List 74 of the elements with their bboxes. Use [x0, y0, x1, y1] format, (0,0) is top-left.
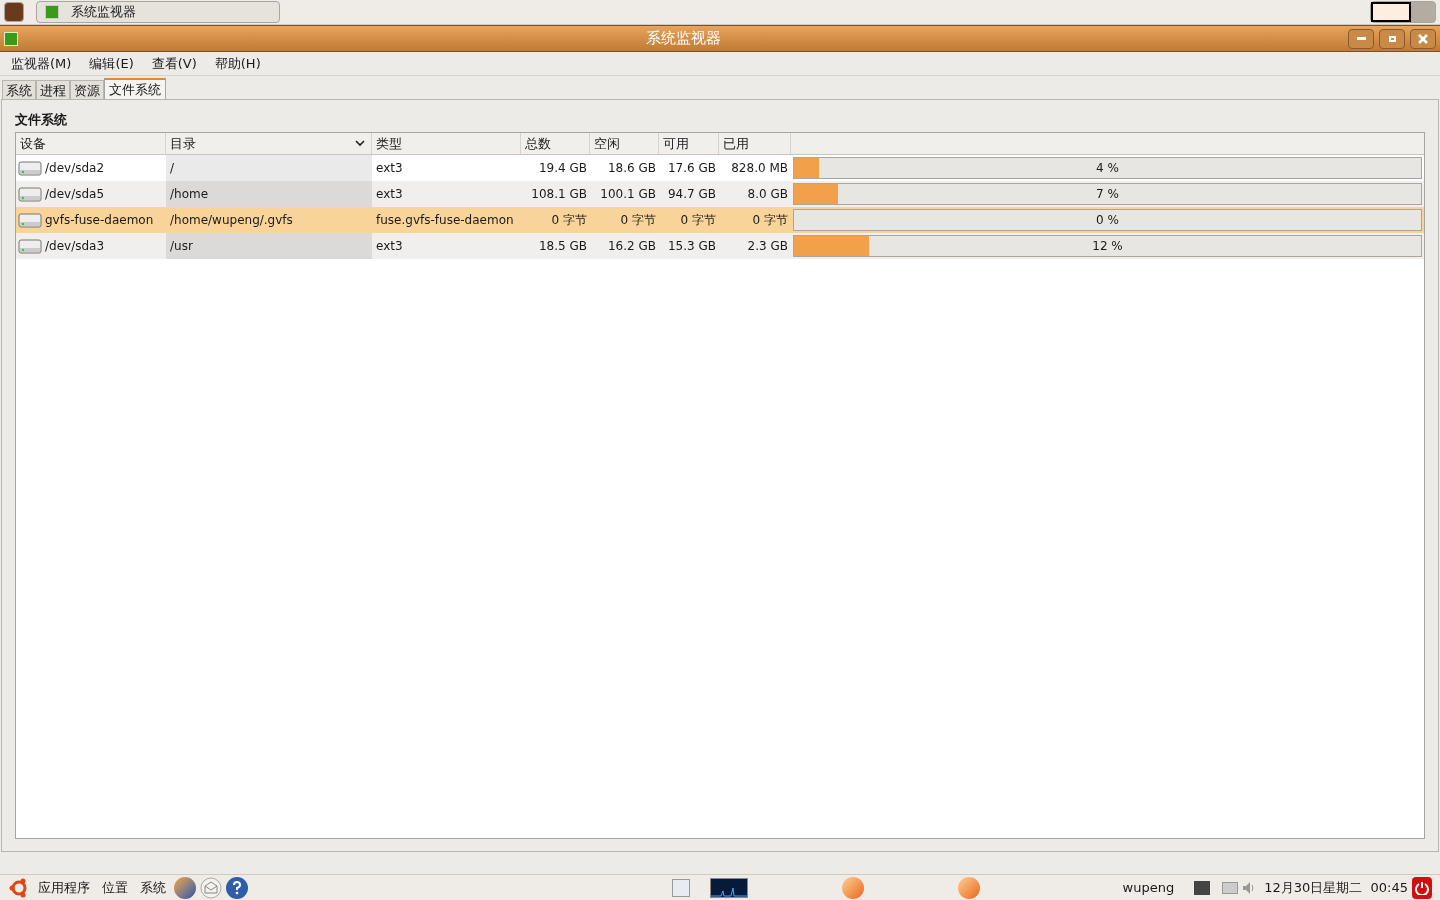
column-header[interactable]: 目录 — [166, 133, 372, 154]
table-cell-text: ext3 — [375, 186, 404, 203]
taskbar-window-button[interactable]: 系统监视器 — [36, 1, 280, 23]
table-cell-text: 100.1 GB — [599, 186, 657, 203]
system-monitor-graph[interactable] — [710, 877, 748, 898]
drive-icon — [18, 210, 42, 230]
usage-bar: 0 % — [793, 209, 1422, 231]
app-icon — [4, 31, 18, 46]
table-cell-text: ext3 — [375, 160, 404, 177]
menu-item[interactable]: 编辑(E) — [88, 53, 135, 74]
menu-item[interactable]: 查看(V) — [150, 53, 198, 74]
table-row[interactable]: /dev/sda3 /usr ext3 18.5 GB 16.2 GB 15.3 GB 2.3 GB 12 % — [16, 233, 1424, 259]
table-cell-text: 17.6 GB — [666, 160, 717, 177]
table-cell: /usr — [166, 233, 372, 259]
column-header[interactable]: 设备 — [16, 133, 166, 154]
column-header[interactable]: 可用 — [659, 133, 719, 154]
usage-bar: 7 % — [793, 183, 1422, 205]
table-cell-text: 94.7 GB — [666, 186, 717, 203]
power-icon[interactable] — [1412, 876, 1432, 899]
column-header[interactable]: 已用 — [719, 133, 791, 154]
table-cell-text: /dev/sda3 — [45, 238, 105, 255]
tab[interactable]: 进程 — [36, 80, 70, 99]
table-row[interactable]: gvfs-fuse-daemon /home/wupeng/.gvfs fuse.gvfs-fuse-daemon 0 字节 0 字节 0 字节 0 字节 0 % — [16, 207, 1424, 233]
table-cell-text: 0 字节 — [679, 212, 717, 229]
table-row[interactable]: /dev/sda5 /home ext3 108.1 GB 100.1 GB 94.7 GB 8.0 GB 7 % — [16, 181, 1424, 207]
clock[interactable]: 12月30日星期二 00:45 — [1264, 877, 1408, 898]
table-cell-text: 18.6 GB — [606, 160, 657, 177]
panel-menu[interactable]: 位置 — [102, 877, 128, 898]
table-cell-text: /dev/sda2 — [45, 160, 105, 177]
menu-item[interactable]: 帮助(H) — [213, 53, 262, 74]
table-cell-text: 15.3 GB — [666, 238, 717, 255]
window-title: 系统监视器 — [644, 28, 722, 50]
table-cell: / — [166, 155, 372, 181]
table-cell-text: /home/wupeng/.gvfs — [169, 212, 294, 229]
drive-icon — [18, 236, 42, 256]
usage-bar: 12 % — [793, 235, 1422, 257]
table-cell-text: 2.3 GB — [746, 238, 789, 255]
table-cell-text: ext3 — [375, 238, 404, 255]
panel-menu[interactable]: 应用程序 — [38, 877, 90, 898]
tab[interactable]: 文件系统 — [104, 78, 166, 99]
user-name[interactable]: wupeng — [1122, 877, 1175, 898]
table-cell-text: 0 字节 — [751, 212, 789, 229]
column-header[interactable]: 总数 — [521, 133, 590, 154]
table-cell-text: 0 字节 — [619, 212, 657, 229]
tab[interactable]: 资源 — [70, 80, 104, 99]
column-header[interactable]: 空闲 — [590, 133, 659, 154]
table-cell-text: 16.2 GB — [606, 238, 657, 255]
close-icon — [1418, 33, 1428, 44]
table-cell-text: 8.0 GB — [746, 186, 789, 203]
maximize-icon — [1388, 35, 1396, 42]
table-cell-text: 18.5 GB — [537, 238, 588, 255]
column-header[interactable]: 类型 — [372, 133, 521, 154]
drive-icon — [18, 184, 42, 204]
table-cell-text: 108.1 GB — [530, 186, 588, 203]
minimize-icon — [1356, 37, 1366, 40]
panel-menu[interactable]: 系统 — [140, 877, 166, 898]
close-button[interactable] — [1410, 28, 1436, 49]
maximize-button[interactable] — [1379, 28, 1405, 49]
workspace-switcher[interactable] — [1370, 1, 1436, 23]
help-icon[interactable] — [226, 876, 248, 899]
table-cell: /home — [166, 181, 372, 207]
usage-bar: 4 % — [793, 157, 1422, 179]
minimize-button[interactable] — [1348, 28, 1374, 49]
table-cell-text: 19.4 GB — [537, 160, 588, 177]
table-cell-text: 828.0 MB — [730, 160, 789, 177]
menu-item[interactable]: 监视器(M) — [10, 53, 73, 74]
table-cell-text: 0 字节 — [550, 212, 588, 229]
tab[interactable]: 系统 — [2, 80, 36, 99]
table-cell-text: fuse.gvfs-fuse-daemon — [375, 212, 515, 229]
table-cell-text: gvfs-fuse-daemon — [45, 212, 154, 229]
table-cell-text: /dev/sda5 — [45, 186, 105, 203]
table-row[interactable]: /dev/sda2 / ext3 19.4 GB 18.6 GB 17.6 GB 828.0 MB 4 % — [16, 155, 1424, 181]
drive-icon — [18, 158, 42, 178]
section-title: 文件系统 — [15, 111, 68, 129]
